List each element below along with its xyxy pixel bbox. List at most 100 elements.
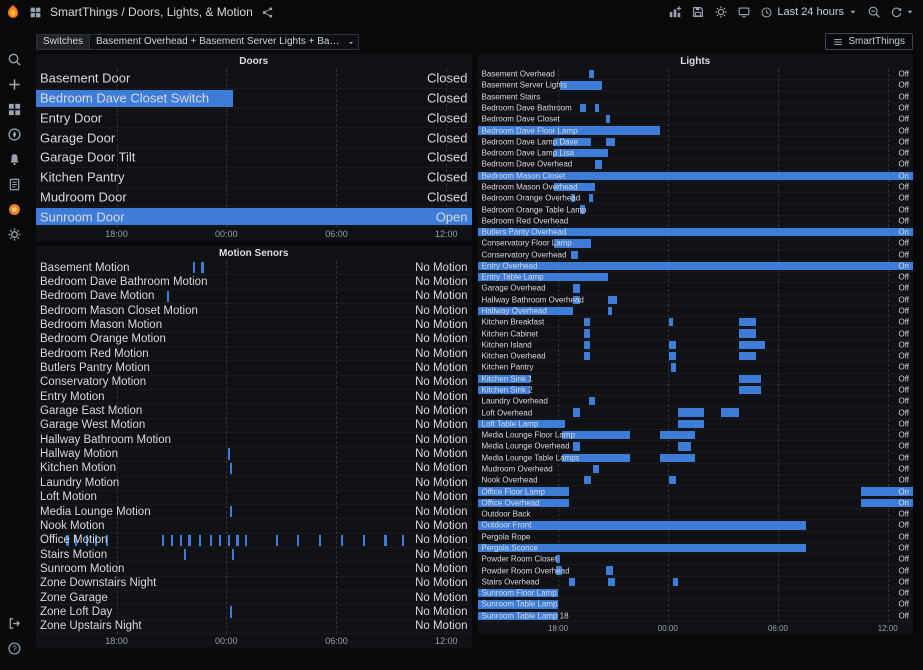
timeline-row[interactable]: Conservatory Floor Lamp Off: [477, 238, 913, 250]
timeline-row[interactable]: Bedroom Red Motion No Motion: [36, 347, 472, 362]
panel-title[interactable]: Lights: [478, 54, 914, 69]
timeline-row[interactable]: Media Lounge Motion No Motion: [36, 505, 472, 520]
timeline-row[interactable]: Mudroom Door Closed: [36, 188, 472, 208]
timeline-row[interactable]: Entry Door Closed: [36, 109, 472, 129]
help-icon[interactable]: ?: [7, 641, 22, 656]
timeline-row[interactable]: Kitchen Sink 1 Off: [477, 374, 913, 385]
timeline-row[interactable]: Mudroom Overhead Off: [477, 464, 913, 476]
timeline-row[interactable]: Nook Motion No Motion: [36, 519, 472, 534]
timeline-row[interactable]: Nook Overhead Off: [477, 475, 913, 487]
timeline-row[interactable]: Zone Downstairs Night No Motion: [36, 577, 472, 591]
timeline-row[interactable]: Garage Door Closed: [36, 128, 472, 148]
switches-variable-dropdown[interactable]: Switches Basement Overhead + Basement Se…: [36, 33, 360, 50]
timeline-row[interactable]: Kitchen Pantry Closed: [36, 168, 472, 188]
timeline-row[interactable]: Butlers Pantry Motion No Motion: [36, 361, 472, 376]
smartthings-plugin-icon[interactable]: [7, 202, 22, 217]
dashboard-title[interactable]: SmartThings / Doors, Lights, & Motion: [50, 5, 253, 19]
timeline-row[interactable]: Pergola Rope Off: [477, 532, 913, 543]
timeline-row[interactable]: Kitchen Island Off: [477, 340, 913, 352]
panel-title[interactable]: Motion Senors: [36, 246, 472, 261]
timeline-row[interactable]: Butlers Panty Overhead On: [477, 227, 913, 239]
zoom-out-button[interactable]: [867, 5, 881, 19]
timeline-row[interactable]: Garage Door Tilt Closed: [36, 148, 472, 168]
timeline-row[interactable]: Basement Door Closed: [36, 69, 472, 89]
plus-icon[interactable]: [7, 77, 22, 92]
timeline-row[interactable]: Loft Motion No Motion: [36, 491, 472, 505]
share-icon[interactable]: [261, 6, 274, 19]
timeline-row[interactable]: Conservatory Motion No Motion: [36, 376, 472, 391]
timeline-row[interactable]: Media Lounge Floor Lamp Off: [477, 430, 913, 442]
timeline-row[interactable]: Entry Overhead On: [477, 261, 913, 273]
cycle-view-button[interactable]: [737, 5, 751, 19]
timeline-row[interactable]: Bedroom Dave Closet Off: [477, 114, 913, 126]
timeline-row[interactable]: Loft Overhead Off: [477, 407, 913, 419]
add-panel-button[interactable]: [668, 5, 682, 19]
timeline-row[interactable]: Laundry Motion No Motion: [36, 476, 472, 491]
dashboard-squares-icon[interactable]: [29, 6, 42, 19]
timeline-row[interactable]: Bedroom Dave Lamp Dave Off: [477, 137, 913, 148]
timeline-row[interactable]: Hallway Bathroom Motion No Motion: [36, 433, 472, 448]
timeline-row[interactable]: Garage West Motion No Motion: [36, 419, 472, 434]
timeline-row[interactable]: Bedroom Mason Motion No Motion: [36, 318, 472, 333]
timeline-row[interactable]: Outdoor Back Off: [477, 509, 913, 521]
time-range-picker[interactable]: Last 24 hours: [760, 6, 858, 19]
timeline-row[interactable]: Zone Upstairs Night No Motion: [36, 620, 472, 634]
timeline-row[interactable]: Kitchen Overhead Off: [477, 351, 913, 363]
timeline-row[interactable]: Kitchen Breakfast Off: [477, 317, 913, 329]
save-dashboard-button[interactable]: [691, 5, 705, 19]
panel-title[interactable]: Doors: [36, 54, 472, 69]
timeline-row[interactable]: Garage Overhead Off: [477, 283, 913, 295]
timeline-row[interactable]: Loft Table Lamp Off: [477, 419, 913, 430]
timeline-row[interactable]: Kitchen Motion No Motion: [36, 462, 472, 477]
dashboards-icon[interactable]: [7, 102, 22, 117]
search-icon[interactable]: [7, 52, 22, 67]
timeline-row[interactable]: Pergola Sconce Off: [477, 543, 913, 555]
timeline-row[interactable]: Bedroom Mason Closet On: [477, 171, 913, 182]
timeline-row[interactable]: Hallway Overhead Off: [477, 306, 913, 318]
timeline-row[interactable]: Entry Motion No Motion: [36, 390, 472, 405]
timeline-row[interactable]: Sunroom Floor Lamp Off: [477, 588, 913, 600]
timeline-row[interactable]: Office Floor Lamp On: [477, 486, 913, 498]
dashboard-settings-button[interactable]: [714, 5, 728, 19]
timeline-row[interactable]: Sunroom Table Lamp Off: [477, 599, 913, 611]
timeline-row[interactable]: Kitchen Cabinet Off: [477, 328, 913, 340]
grafana-logo-icon[interactable]: [5, 4, 21, 20]
timeline-row[interactable]: Conservatory Overhead Off: [477, 250, 913, 261]
timeline-row[interactable]: Bedroom Orange Overhead Off: [477, 193, 913, 205]
sign-out-icon[interactable]: [7, 616, 22, 631]
refresh-interval-caret-icon[interactable]: [905, 7, 915, 17]
timeline-row[interactable]: Media Lounge Overhead Off: [477, 441, 913, 453]
timeline-row[interactable]: Zone Garage No Motion: [36, 591, 472, 606]
timeline-row[interactable]: Basement Stairs Off: [477, 92, 913, 103]
timeline-row[interactable]: Laundry Overhead Off: [477, 396, 913, 408]
timeline-row[interactable]: Kitchen Pantry Off: [477, 362, 913, 374]
smartthings-menu-button[interactable]: SmartThings: [825, 33, 913, 50]
timeline-row[interactable]: Powder Room Overhead Off: [477, 565, 913, 577]
timeline-row[interactable]: Basement Server Lights Off: [477, 80, 913, 92]
timeline-row[interactable]: Basement Overhead Off: [477, 69, 913, 81]
timeline-row[interactable]: Sunroom Motion No Motion: [36, 562, 472, 577]
timeline-row[interactable]: Garage East Motion No Motion: [36, 404, 472, 419]
timeline-row[interactable]: Kitchen Sink 2 Off: [477, 385, 913, 397]
timeline-row[interactable]: Hallway Motion No Motion: [36, 447, 472, 462]
timeline-row[interactable]: Bedroom Mason Overhead Off: [477, 182, 913, 194]
alerting-bell-icon[interactable]: [7, 152, 22, 167]
timeline-row[interactable]: Bedroom Orange Motion No Motion: [36, 333, 472, 348]
explore-compass-icon[interactable]: [7, 127, 22, 142]
timeline-row[interactable]: Bedroom Orange Table Lamp Off: [477, 204, 913, 216]
docs-clipboard-icon[interactable]: [7, 177, 22, 192]
timeline-row[interactable]: Bedroom Dave Bathroom Off: [477, 103, 913, 115]
timeline-row[interactable]: Basement Motion No Motion: [36, 261, 472, 276]
timeline-row[interactable]: Stairs Motion No Motion: [36, 548, 472, 563]
timeline-row[interactable]: Bedroom Dave Floor Lamp Off: [477, 125, 913, 137]
timeline-row[interactable]: Outdoor Front Off: [477, 520, 913, 532]
timeline-row[interactable]: Bedroom Dave Closet Switch Closed: [36, 89, 472, 109]
timeline-row[interactable]: Bedroom Dave Lamp Lisa Off: [477, 148, 913, 160]
refresh-button[interactable]: [890, 6, 903, 19]
timeline-row[interactable]: Zone Loft Day No Motion: [36, 605, 472, 620]
timeline-row[interactable]: Bedroom Dave Overhead Off: [477, 159, 913, 171]
timeline-row[interactable]: Sunroom Table Lamp 18 Off: [477, 611, 913, 622]
timeline-row[interactable]: Hallway Bathroom Overhead Off: [477, 295, 913, 306]
timeline-row[interactable]: Office Overhead On: [477, 498, 913, 509]
timeline-row[interactable]: Office Motion No Motion: [36, 534, 472, 548]
